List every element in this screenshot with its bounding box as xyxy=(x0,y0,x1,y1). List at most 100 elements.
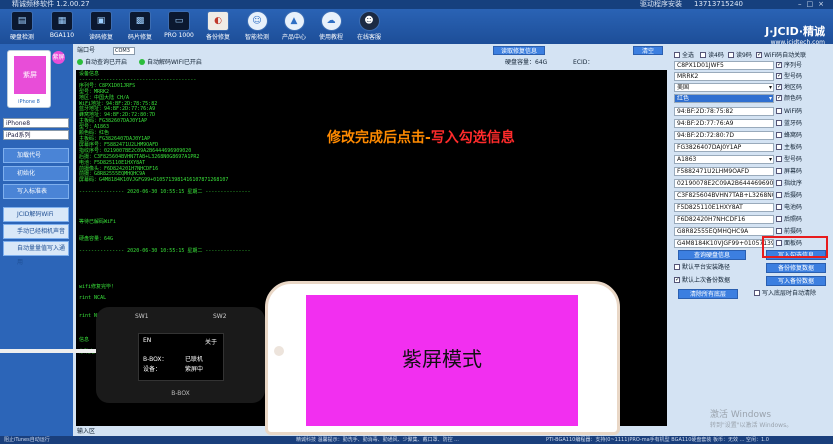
port-label: 端口号 xyxy=(77,47,96,54)
iphone-photo: 紫屏模式 xyxy=(265,281,620,435)
auto-clear-option[interactable]: 写入底层时自动清除 xyxy=(754,289,816,298)
cellular-field[interactable]: 94:BF:2D:72:80:7D xyxy=(674,131,774,140)
default-platform-option[interactable]: 默认平台安装路径 xyxy=(674,263,730,272)
write-backup-button[interactable]: 写入备份数据 xyxy=(766,276,826,286)
series-select[interactable]: iPad系列 xyxy=(3,130,69,140)
front-camera-field[interactable]: G8R82555EQMHQHC9A xyxy=(674,227,774,236)
front-camera-checkbox[interactable]: 前摄码 xyxy=(776,227,802,236)
device-screen-label: 紫屏 xyxy=(14,56,46,94)
wifi-auto-link-option[interactable]: WiFi码自动关联 xyxy=(756,50,806,60)
backup-icon: ◐ xyxy=(207,11,229,31)
serial-checkbox[interactable]: 序列号 xyxy=(776,60,802,70)
driver-install-link[interactable]: 驱动程序安装 xyxy=(640,0,682,9)
model-select[interactable]: iPhone8 xyxy=(3,118,69,128)
toolbar-tutorial[interactable]: ☁ 使用教程 xyxy=(314,11,348,43)
speaker-icon xyxy=(274,346,284,356)
device-model-label: iPhone 8 xyxy=(18,99,40,105)
color-checkbox[interactable]: 颜色码 xyxy=(776,93,802,103)
default-upload-option[interactable]: 默认上次备份数据 xyxy=(674,275,730,285)
activate-windows-watermark: 激活 Windows 转到"设置"以激活 Windows。 xyxy=(710,410,793,429)
iphone-screen: 紫屏模式 xyxy=(306,295,578,426)
title-bar: 精诚频移软件 1.2.00.27 驱动程序安装 13713715240 –□× xyxy=(0,0,833,9)
toolbar-chip-repair[interactable]: ▩ 码片修复 xyxy=(123,11,157,43)
read9-option[interactable]: 读9码 xyxy=(728,51,752,60)
tutorial-icon: ☁ xyxy=(320,11,342,31)
color-select[interactable]: 红色 xyxy=(674,94,774,103)
clear-bottom-button[interactable]: 清除所有底层 xyxy=(678,289,738,299)
toolbar-bga110[interactable]: ▦ BGA110 xyxy=(45,11,79,43)
status-device: PTI-BGA110编程器：支持(0~1111)PRO-ma手有机型 BGA11… xyxy=(546,437,769,443)
input-area-label: 输入区 xyxy=(77,428,96,435)
model-code-select[interactable]: A1863 xyxy=(674,155,774,164)
rear-camera-field[interactable]: C3F825604BVHN7TAB+L3268N0G8697A1PR2 xyxy=(674,191,774,200)
screen-field[interactable]: F5882471U2LHM9OAFD xyxy=(674,167,774,176)
ecid-label: ECID： xyxy=(573,59,594,66)
disk-capacity: 硬盘容量：64G xyxy=(505,59,548,66)
status-badge: 紫屏 xyxy=(52,51,65,64)
clear-log-button[interactable]: 清空 xyxy=(633,46,663,55)
device-thumbnail: 紫屏 iPhone 8 xyxy=(7,50,51,108)
toolbar-backup-repair[interactable]: ◐ 备份修复 xyxy=(201,11,235,43)
grid-icon: ▩ xyxy=(129,11,151,31)
main-toolbar: ▤ 硬盘检测 ▦ BGA110 ▣ 读码修复 ▩ 码片修复 ▭ PRO 1000 ◐ 备份修… xyxy=(0,9,833,46)
toolbar-smart-detect[interactable]: ☺ 智能检测 xyxy=(240,11,274,43)
bluetooth-checkbox[interactable]: 蓝牙码 xyxy=(776,119,802,128)
select-all-option[interactable]: 全选 xyxy=(674,51,694,60)
auto-query-status: 自动查询已开启 xyxy=(77,58,127,67)
model-checkbox[interactable]: 型号码 xyxy=(776,71,802,81)
auto-write-button[interactable]: 自动量量值写入通用 xyxy=(3,241,69,266)
initialize-button[interactable]: 初始化 xyxy=(3,166,69,181)
backup-repair-button[interactable]: 备份修复数据 xyxy=(766,263,826,273)
fingerprint-field[interactable]: 02190078E2C09A2B64446969090200 xyxy=(674,179,774,188)
port-select[interactable]: COM3 xyxy=(113,47,135,55)
wifi-checkbox[interactable]: WiFi码 xyxy=(776,107,802,116)
pro-icon: ▭ xyxy=(168,11,190,31)
device-display: EN 关于 B-BOX： 设备： 已联机 紫屏中 xyxy=(138,333,224,381)
board-field[interactable]: FG3826407DAJ0Y1AP xyxy=(674,143,774,152)
device-brand: B-BOX xyxy=(171,390,190,397)
fingerprint-checkbox[interactable]: 指纹序 xyxy=(776,179,802,188)
region-select[interactable]: 美国 xyxy=(674,83,774,92)
panel-field[interactable]: G4M8184K10VJGF99+0105713981 xyxy=(674,239,774,248)
toolbar-disk-check[interactable]: ▤ 硬盘检测 xyxy=(5,11,39,43)
toolbar-read-repair[interactable]: ▣ 读码修复 xyxy=(84,11,118,43)
window-controls[interactable]: –□× xyxy=(798,0,829,9)
contact-phone: 13713715240 xyxy=(694,0,743,8)
toolbar-online-service[interactable]: ☻ 在线客服 xyxy=(352,11,386,43)
rear-camera-checkbox[interactable]: 后摄码 xyxy=(776,191,802,200)
model-field[interactable]: MRRK2 xyxy=(674,72,774,81)
purple-mode-label: 紫屏模式 xyxy=(402,347,482,371)
rear-flash-checkbox[interactable]: 后照码 xyxy=(776,215,802,224)
write-standard-button[interactable]: 写入标准表 xyxy=(3,184,69,199)
app-title: 精诚频移软件 1.2.00.27 xyxy=(12,0,90,8)
model-code-checkbox[interactable]: 型号码 xyxy=(776,155,802,164)
decode-wifi-button[interactable]: JCID解码WiFi xyxy=(3,207,69,222)
query-disk-button[interactable]: 查询硬盘信息 xyxy=(678,250,746,260)
block-itunes-option[interactable]: 阻止iTunes自动运行 xyxy=(4,436,50,444)
auto-wifi-status: 自动解码WIFI已开启 xyxy=(139,58,202,67)
read4-option[interactable]: 读4码 xyxy=(700,51,724,60)
board-checkbox[interactable]: 主板码 xyxy=(776,143,802,152)
battery-field[interactable]: F5D825110E1HXY8AT xyxy=(674,203,774,212)
load-code-button[interactable]: 加载代号 xyxy=(3,148,69,163)
region-checkbox[interactable]: 地区码 xyxy=(776,82,802,92)
camera-sound-button[interactable]: 手动已经相机声音 xyxy=(3,224,69,239)
bluetooth-field[interactable]: 94:BF:2D:77:76:A9 xyxy=(674,119,774,128)
toolbar-pro1000[interactable]: ▭ PRO 1000 xyxy=(162,11,196,43)
product-icon: ▲ xyxy=(283,11,305,31)
toolbar-product-center[interactable]: ▲ 产品中心 xyxy=(277,11,311,43)
serial-field[interactable]: C8PX1D01JWF5 xyxy=(674,61,774,70)
bbox-device: SW1 SW2 EN 关于 B-BOX： 设备： 已联机 紫屏中 B-BOX xyxy=(96,307,265,403)
status-bar: 阻止iTunes自动运行 精诚科技 温馨提示：勤洗手、勤消毒、勤通风、少聚集、戴… xyxy=(0,436,833,444)
wifi-field[interactable]: 94:BF:2D:78:75:82 xyxy=(674,107,774,116)
left-panel: 紫屏 iPhone 8 紫屏 iPhone8 iPad系列 加载代号 初始化 写… xyxy=(0,44,73,436)
brand-logo: J·JCID·精诚 www.jcidtech.com xyxy=(765,25,825,46)
disk-icon: ▤ xyxy=(11,11,33,31)
read-repair-info-button[interactable]: 读取修复信息 xyxy=(493,46,545,55)
cellular-checkbox[interactable]: 蜂窝码 xyxy=(776,131,802,140)
usb-cable xyxy=(0,349,96,353)
battery-checkbox[interactable]: 电池码 xyxy=(776,203,802,212)
rear-flash-field[interactable]: F6D82420H7NHCDF16 xyxy=(674,215,774,224)
chip-icon: ▦ xyxy=(51,11,73,31)
screen-checkbox[interactable]: 屏幕码 xyxy=(776,167,802,176)
